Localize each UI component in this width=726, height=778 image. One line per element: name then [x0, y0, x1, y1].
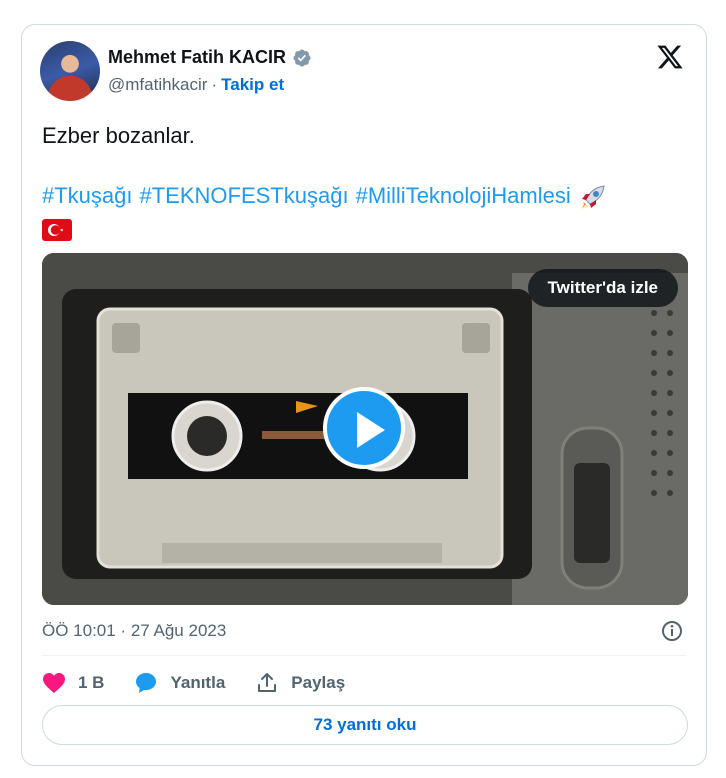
divider	[42, 655, 686, 656]
action-bar: 1 B Yanıtla Paylaş	[42, 665, 345, 701]
avatar[interactable]	[40, 41, 100, 101]
author-handle[interactable]: @mfatihkacir	[108, 75, 207, 95]
x-logo-icon[interactable]	[656, 43, 684, 71]
hashtag-link[interactable]: #TEKNOFESTkuşağı	[140, 183, 349, 208]
hashtag-link[interactable]: #Tkuşağı	[42, 183, 133, 208]
tweet-card: Mehmet Fatih KACIR @mfatihkacir · Takip …	[21, 24, 707, 766]
like-count: 1 B	[78, 673, 105, 692]
share-upload-icon	[258, 673, 277, 692]
tweet-body: Ezber bozanlar.	[42, 123, 195, 148]
play-icon[interactable]	[323, 387, 405, 469]
reply-label: Yanıtla	[170, 673, 226, 692]
reply-button[interactable]: Yanıtla	[134, 671, 225, 695]
heart-icon	[43, 673, 65, 693]
hashtag-list: #Tkuşağı #TEKNOFESTkuşağı #MilliTeknolojiH…	[42, 183, 578, 208]
author-name[interactable]: Mehmet Fatih KACIR	[108, 47, 286, 68]
separator-dot: ·	[211, 75, 218, 94]
follow-button[interactable]: Takip et	[221, 75, 284, 95]
tweet-text: Ezber bozanlar. #Tkuşağı #TEKNOFESTkuşağı…	[42, 121, 682, 242]
share-button[interactable]: Paylaş	[255, 671, 345, 695]
video-player[interactable]: Twitter'da izle	[42, 253, 688, 605]
rocket-icon	[581, 185, 605, 210]
turkey-flag-icon	[42, 219, 72, 242]
like-button[interactable]: 1 B	[42, 672, 104, 694]
read-replies-button[interactable]: 73 yanıtı oku	[42, 705, 688, 745]
watch-on-twitter-button[interactable]: Twitter'da izle	[527, 269, 678, 307]
verified-badge-icon	[293, 48, 311, 67]
reply-bubble-icon	[136, 673, 157, 693]
timestamp[interactable]: ÖÖ 10:01 · 27 Ağu 2023	[42, 621, 226, 641]
info-icon[interactable]	[660, 619, 684, 643]
hashtag-link[interactable]: #MilliTeknolojiHamlesi	[356, 183, 571, 208]
share-label: Paylaş	[291, 673, 346, 692]
author-name-row: Mehmet Fatih KACIR	[108, 47, 312, 68]
author-handle-row: @mfatihkacir · Takip et	[108, 75, 284, 95]
